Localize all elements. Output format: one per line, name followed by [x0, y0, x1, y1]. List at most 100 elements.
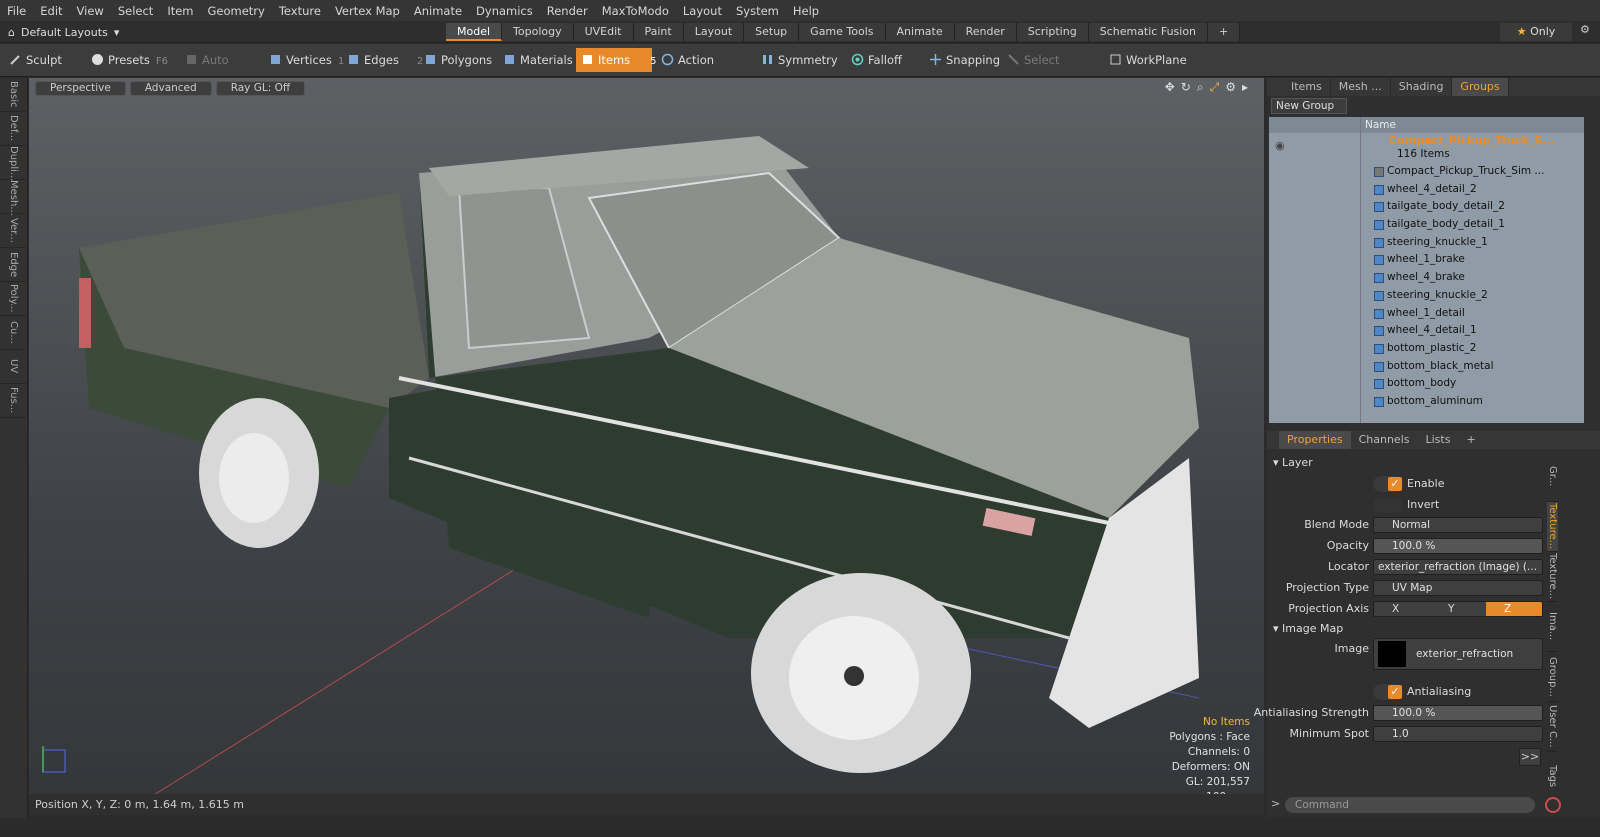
- menu-animate[interactable]: Animate: [407, 4, 469, 18]
- menu-view[interactable]: View: [70, 4, 111, 18]
- tab-model[interactable]: Model: [446, 23, 503, 41]
- play-icon[interactable]: ▸: [1242, 80, 1248, 95]
- gear-icon[interactable]: ⚙: [1580, 23, 1590, 36]
- sculpt-button[interactable]: Sculpt: [4, 48, 80, 72]
- menu-maxtomodo[interactable]: MaxToModo: [595, 4, 676, 18]
- vtab-group[interactable]: Gr...: [1547, 452, 1558, 502]
- menu-dynamics[interactable]: Dynamics: [469, 4, 540, 18]
- left-tab-fusion[interactable]: Fus...: [0, 384, 26, 418]
- axis-z-button[interactable]: Z: [1486, 602, 1542, 616]
- tab-mesh[interactable]: Mesh ...: [1331, 78, 1391, 96]
- menu-system[interactable]: System: [729, 4, 786, 18]
- 3d-viewport[interactable]: Perspective Advanced Ray GL: Off ✥ ↻ ⌕ ⤢…: [29, 78, 1264, 809]
- tab-layout[interactable]: Layout: [683, 23, 745, 41]
- tab-lists[interactable]: Lists: [1418, 431, 1459, 449]
- tab-uvedit[interactable]: UVEdit: [573, 23, 634, 41]
- record-icon[interactable]: [1545, 797, 1561, 813]
- tab-groups[interactable]: Groups: [1452, 78, 1509, 96]
- tab-scripting[interactable]: Scripting: [1016, 23, 1089, 41]
- eye-icon[interactable]: ◉: [1275, 139, 1285, 152]
- symmetry-button[interactable]: Symmetry: [756, 48, 842, 72]
- workplane-button[interactable]: WorkPlane: [1104, 48, 1188, 72]
- polygons-button[interactable]: Polygons: [419, 48, 495, 72]
- vtab-user-channels[interactable]: User C...: [1547, 702, 1558, 752]
- tab-shading[interactable]: Shading: [1391, 78, 1453, 96]
- image-map-section[interactable]: ▾ Image Map: [1273, 622, 1343, 635]
- edges-button[interactable]: Edges 2: [342, 48, 423, 72]
- left-tab-polygon[interactable]: Poly...: [0, 282, 26, 316]
- snapping-button[interactable]: Snapping: [924, 48, 1000, 72]
- advanced-tab[interactable]: Advanced: [129, 81, 212, 96]
- menu-help[interactable]: Help: [786, 4, 826, 18]
- fit-icon[interactable]: ⤢: [1210, 80, 1220, 95]
- left-tab-vertex[interactable]: Ver...: [0, 214, 26, 248]
- invert-checkbox[interactable]: [1373, 497, 1403, 513]
- menu-layout[interactable]: Layout: [676, 4, 729, 18]
- tree-row[interactable]: wheel_4_detail_2: [1269, 181, 1584, 199]
- vtab-group-2[interactable]: Group...: [1547, 652, 1558, 702]
- tab-items[interactable]: Items: [1283, 78, 1331, 96]
- opacity-field[interactable]: 100.0 %: [1373, 538, 1543, 554]
- tree-row[interactable]: wheel_4_brake: [1269, 269, 1584, 287]
- home-icon[interactable]: ⌂: [8, 26, 15, 39]
- menu-item[interactable]: Item: [160, 4, 200, 18]
- tree-row[interactable]: steering_knuckle_2: [1269, 287, 1584, 305]
- only-button[interactable]: ★ Only: [1500, 23, 1572, 41]
- presets-button[interactable]: Presets F6: [86, 48, 168, 72]
- axis-y-button[interactable]: Y: [1430, 602, 1486, 616]
- left-tab-mesh[interactable]: Mesh...: [0, 180, 26, 216]
- tree-row[interactable]: tailgate_body_detail_2: [1269, 198, 1584, 216]
- aa-strength-field[interactable]: 100.0 %: [1373, 705, 1543, 721]
- tab-properties[interactable]: Properties: [1279, 431, 1351, 449]
- items-button[interactable]: Items 5: [576, 48, 657, 72]
- vertices-button[interactable]: Vertices 1: [264, 48, 344, 72]
- layer-section[interactable]: ▾ Layer: [1273, 456, 1313, 469]
- tree-row[interactable]: bottom_plastic_2: [1269, 340, 1584, 358]
- rotate-icon[interactable]: ↻: [1181, 80, 1191, 95]
- falloff-button[interactable]: Falloff: [846, 48, 920, 72]
- menu-texture[interactable]: Texture: [272, 4, 328, 18]
- add-property-tab-button[interactable]: +: [1458, 431, 1483, 449]
- tree-row[interactable]: wheel_1_detail: [1269, 305, 1584, 323]
- blend-mode-dropdown[interactable]: Normal: [1373, 517, 1543, 533]
- tree-root-group[interactable]: ◉ Compact_Pickup_Truck_S... 116 Items: [1269, 133, 1584, 163]
- menu-geometry[interactable]: Geometry: [201, 4, 272, 18]
- vtab-texture-layers[interactable]: Texture...: [1547, 502, 1558, 552]
- layout-selector[interactable]: ⌂ Default Layouts ▾: [8, 23, 119, 41]
- left-tab-deform[interactable]: Def...: [0, 112, 26, 146]
- materials-button[interactable]: Materials: [498, 48, 574, 72]
- ray-gl-tab[interactable]: Ray GL: Off: [215, 81, 306, 96]
- add-tab-button[interactable]: +: [1208, 23, 1241, 41]
- projection-type-dropdown[interactable]: UV Map: [1373, 580, 1543, 596]
- tree-row[interactable]: bottom_black_metal: [1269, 358, 1584, 376]
- tab-paint[interactable]: Paint: [633, 23, 684, 41]
- perspective-tab[interactable]: Perspective: [35, 81, 126, 96]
- tab-topology[interactable]: Topology: [502, 23, 574, 41]
- more-button[interactable]: >>: [1519, 748, 1541, 766]
- new-group-button[interactable]: New Group: [1271, 98, 1347, 114]
- left-tab-duplicate[interactable]: Dupli...: [0, 146, 26, 181]
- vtab-texture-locator[interactable]: Texture...: [1547, 552, 1558, 602]
- tree-row[interactable]: steering_knuckle_1: [1269, 234, 1584, 252]
- tree-row[interactable]: bottom_aluminum: [1269, 393, 1584, 411]
- tree-row[interactable]: Compact_Pickup_Truck_Sim ...: [1269, 163, 1584, 181]
- gear-icon[interactable]: ⚙: [1225, 80, 1236, 95]
- tree-row[interactable]: bottom_body: [1269, 375, 1584, 393]
- left-tab-curve[interactable]: Cu...: [0, 316, 26, 350]
- auto-select-button[interactable]: Auto Select: [180, 48, 262, 91]
- menu-render[interactable]: Render: [540, 4, 595, 18]
- enable-checkbox[interactable]: ✓: [1373, 476, 1403, 492]
- move-icon[interactable]: ✥: [1165, 80, 1175, 95]
- left-tab-uv[interactable]: UV: [0, 350, 26, 384]
- tree-row[interactable]: wheel_1_brake: [1269, 251, 1584, 269]
- left-tab-basic[interactable]: Basic: [0, 78, 26, 112]
- select-through-button[interactable]: Select Through: [1002, 48, 1102, 91]
- locator-dropdown[interactable]: exterior_refraction (Image) (...: [1373, 559, 1543, 575]
- tab-schematic-fusion[interactable]: Schematic Fusion: [1088, 23, 1209, 41]
- tab-channels[interactable]: Channels: [1351, 431, 1418, 449]
- action-center-button[interactable]: Action Center: [656, 48, 750, 91]
- menu-vertex-map[interactable]: Vertex Map: [328, 4, 407, 18]
- menu-file[interactable]: File: [0, 4, 33, 18]
- tree-row[interactable]: tailgate_body_detail_1: [1269, 216, 1584, 234]
- tab-game-tools[interactable]: Game Tools: [799, 23, 886, 41]
